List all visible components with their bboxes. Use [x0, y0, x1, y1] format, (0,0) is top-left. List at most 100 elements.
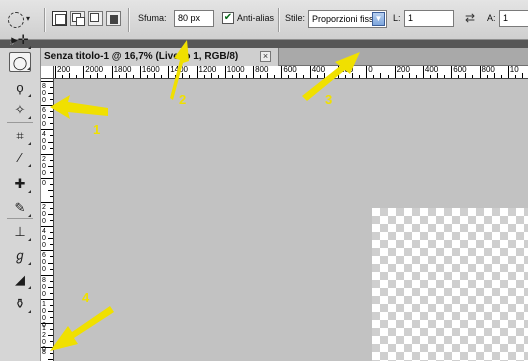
ruler-tick-minor	[246, 75, 248, 78]
ruler-tick-minor	[486, 75, 488, 78]
ruler-tick-minor	[50, 195, 53, 197]
ruler-tick-minor	[50, 123, 53, 125]
style-select[interactable]: Proporzioni fisse ▼	[308, 10, 387, 28]
ruler-tick-major	[83, 66, 85, 78]
ruler-tick-minor	[104, 75, 106, 78]
canvas-area[interactable]	[54, 79, 528, 361]
close-icon[interactable]: ×	[260, 51, 271, 62]
ruler-tick-minor	[118, 75, 120, 78]
elliptical-marquee-tool[interactable]: ◯	[9, 52, 31, 72]
chevron-down-icon[interactable]: ▼	[372, 12, 385, 26]
ruler-label: 1600	[141, 66, 160, 74]
ruler-tick-minor	[472, 75, 474, 78]
divider	[278, 8, 280, 32]
annotation-label-1: 1	[93, 122, 101, 137]
antialias-checkbox[interactable]: ✔	[222, 12, 234, 24]
bucket-icon: ⚱	[14, 296, 26, 311]
ruler-tick-minor	[182, 73, 184, 78]
ruler-tick-minor	[48, 214, 53, 216]
history-brush-tool[interactable]: ℊ	[9, 246, 31, 266]
paint-bucket-tool[interactable]: ⚱	[9, 294, 31, 314]
ruler-tick-minor	[48, 238, 53, 240]
ruler-tick-minor	[154, 73, 156, 78]
elliptical-marquee-icon	[8, 12, 24, 28]
history-brush-icon: ℊ	[13, 248, 27, 263]
submenu-corner-icon	[28, 142, 31, 145]
move-tool[interactable]: ▸✛	[9, 30, 31, 50]
document-title: Senza titolo-1 @ 16,7% (Livello 1, RGB/8…	[44, 51, 239, 62]
ruler-tick-minor	[97, 73, 99, 78]
ruler-tick-major	[168, 66, 170, 78]
horizontal-ruler[interactable]: 200 2000 1800 1600 1400 1200 1000 800 600 400 200 0…	[54, 66, 528, 79]
annotation-label-2: 2	[179, 92, 187, 107]
ruler-label: 2000	[85, 66, 104, 74]
swap-dimensions-icon[interactable]: ⇄	[465, 11, 475, 25]
tools-panel: ▸✛ ◯ ϙ ✧ ⌗ ⁄ ✚ ✎ ⊥ ℊ ◢ ⚱	[0, 32, 41, 361]
ruler-tick-minor	[146, 75, 148, 78]
ruler-tick-major	[139, 66, 141, 78]
eyedropper-icon: ⁄	[18, 150, 22, 165]
ruler-tick-minor	[415, 75, 417, 78]
healing-brush-tool[interactable]: ✚	[9, 174, 31, 194]
eraser-tool[interactable]: ◢	[9, 270, 31, 290]
transparent-layer	[372, 208, 528, 361]
brush-tool[interactable]: ✎	[9, 198, 31, 218]
ruler-tick-minor	[48, 310, 53, 312]
antialias-label: Anti-alias	[237, 13, 275, 23]
ruler-label: 0	[368, 66, 373, 74]
ruler-tick-minor	[125, 73, 127, 78]
intersect-selection-button[interactable]	[106, 11, 121, 26]
lasso-tool[interactable]: ϙ	[9, 78, 31, 98]
ruler-tick-minor	[48, 141, 53, 143]
ruler-tick-minor	[48, 189, 53, 191]
vertical-ruler[interactable]: 8 0 06 0 04 0 02 0 002 0 04 0 06 0 08 0 …	[41, 79, 54, 361]
tool-preset-picker[interactable]: ▾	[6, 11, 34, 29]
tool-group-divider	[7, 122, 33, 123]
submenu-corner-icon	[28, 190, 31, 193]
submenu-corner-icon	[28, 214, 31, 217]
eyedropper-tool[interactable]: ⁄	[9, 148, 31, 168]
submenu-corner-icon	[28, 238, 31, 241]
ruler-tick-minor	[330, 75, 332, 78]
ruler-tick-minor	[175, 75, 177, 78]
ruler-tick-minor	[50, 111, 53, 113]
ruler-tick-minor	[274, 75, 276, 78]
document-tab[interactable]: Senza titolo-1 @ 16,7% (Livello 1, RGB/8…	[41, 48, 279, 66]
ruler-tick-minor	[238, 73, 240, 78]
feather-label: Sfuma:	[138, 13, 167, 23]
brush-icon: ✎	[14, 200, 26, 215]
ruler-tick-minor	[203, 75, 205, 78]
ruler-tick-minor	[401, 75, 403, 78]
ruler-tick-minor	[90, 75, 92, 78]
ruler-origin[interactable]	[41, 66, 54, 79]
new-selection-icon	[55, 14, 66, 25]
ruler-tick-minor	[465, 73, 467, 78]
ruler-tick-minor	[408, 73, 410, 78]
ruler-tick-major	[41, 323, 53, 324]
clone-stamp-tool[interactable]: ⊥	[9, 222, 31, 242]
crop-tool[interactable]: ⌗	[9, 126, 31, 146]
add-to-selection-button[interactable]	[70, 11, 85, 26]
ruler-tick-minor	[50, 232, 53, 234]
bandage-icon: ✚	[14, 176, 26, 191]
document-tab-bar: Senza titolo-1 @ 16,7% (Livello 1, RGB/8…	[41, 48, 528, 66]
subtract-from-selection-button[interactable]	[88, 11, 103, 26]
ruler-tick-minor	[316, 75, 318, 78]
ruler-tick-minor	[50, 341, 53, 343]
width-field[interactable]: 1	[404, 10, 454, 27]
feather-field[interactable]: 80 px	[174, 10, 214, 27]
divider	[44, 8, 46, 32]
ruler-tick-minor	[437, 73, 439, 78]
height-field[interactable]: 1	[499, 10, 528, 27]
ruler-tick-minor	[50, 208, 53, 210]
submenu-corner-icon	[28, 46, 31, 49]
submenu-corner-icon	[28, 310, 31, 313]
ruler-tick-minor	[50, 268, 53, 270]
ruler-tick-minor	[267, 73, 269, 78]
submenu-corner-icon	[27, 67, 30, 70]
ruler-tick-major	[41, 347, 53, 349]
style-label: Stile:	[285, 13, 306, 23]
quick-selection-tool[interactable]: ✧	[9, 100, 31, 120]
ruler-label: 1000	[226, 66, 245, 74]
new-selection-button[interactable]	[52, 11, 67, 26]
